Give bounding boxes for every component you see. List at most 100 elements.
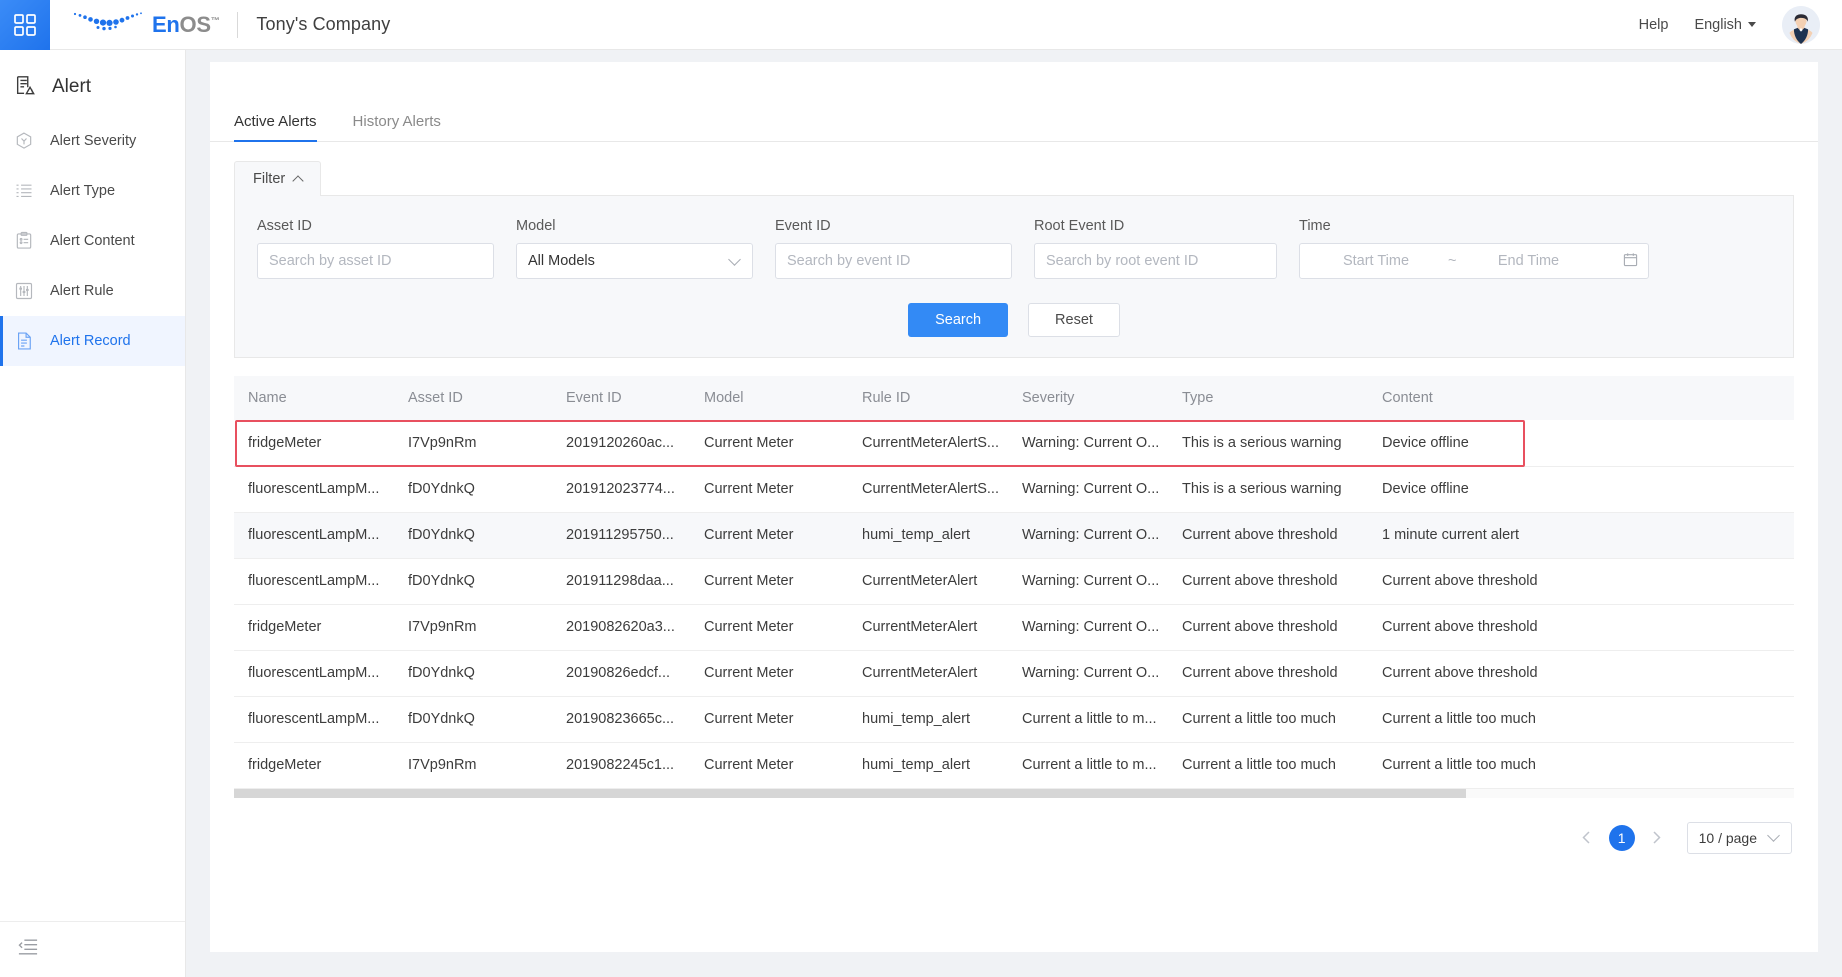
table-head: Name Asset ID Event ID Model Rule ID Sev… — [234, 376, 1794, 420]
tab-history-alerts[interactable]: History Alerts — [353, 114, 441, 141]
end-time-input[interactable]: End Time — [1462, 253, 1594, 269]
model-selected-value: All Models — [528, 253, 595, 269]
cell-severity: Current a little to m... — [1008, 696, 1168, 743]
model-field-group: Model All Models — [516, 218, 753, 279]
language-selector[interactable]: English — [1694, 17, 1756, 33]
clipboard-icon — [14, 231, 34, 251]
cell-name: fridgeMeter — [234, 604, 394, 651]
sliders-icon — [14, 281, 34, 301]
language-label: English — [1694, 16, 1742, 33]
event-id-input[interactable] — [775, 243, 1012, 279]
tab-active-alerts[interactable]: Active Alerts — [234, 114, 317, 142]
cell-asset-id: I7Vp9nRm — [394, 604, 552, 651]
cell-content: Current a little too much — [1368, 742, 1794, 789]
table-row[interactable]: fluorescentLampM... fD0YdnkQ 20190826edc… — [234, 650, 1794, 697]
cell-asset-id: fD0YdnkQ — [394, 512, 552, 559]
table-row[interactable]: fluorescentLampM... fD0YdnkQ 201911298da… — [234, 558, 1794, 605]
column-header-rule-id[interactable]: Rule ID — [848, 376, 1008, 420]
table-row[interactable]: fridgeMeter I7Vp9nRm 2019120260ac... Cur… — [234, 420, 1794, 467]
sidebar-title-label: Alert — [52, 76, 92, 97]
cell-content: Current above threshold — [1368, 604, 1794, 651]
cell-event-id: 2019082620a3... — [552, 604, 690, 651]
cell-asset-id: fD0YdnkQ — [394, 650, 552, 697]
column-header-model[interactable]: Model — [690, 376, 848, 420]
cell-type: This is a serious warning — [1168, 420, 1368, 467]
column-header-asset-id[interactable]: Asset ID — [394, 376, 552, 420]
cell-asset-id: fD0YdnkQ — [394, 696, 552, 743]
time-range-picker[interactable]: Start Time ~ End Time — [1299, 243, 1649, 279]
sidebar-item-label: Alert Rule — [50, 283, 114, 299]
model-select[interactable]: All Models — [516, 243, 753, 279]
cell-type: Current a little too much — [1168, 696, 1368, 743]
root-event-id-label: Root Event ID — [1034, 218, 1125, 234]
cell-asset-id: fD0YdnkQ — [394, 558, 552, 605]
table-row[interactable]: fridgeMeter I7Vp9nRm 2019082245c1... Cur… — [234, 742, 1794, 789]
cell-rule-id: CurrentMeterAlert — [848, 558, 1008, 605]
cell-severity: Warning: Current O... — [1008, 558, 1168, 605]
sidebar-item-alert-type[interactable]: Alert Type — [0, 166, 185, 216]
cell-rule-id: CurrentMeterAlertS... — [848, 420, 1008, 467]
filter-fields-row: Asset ID Model All Models Event ID Root … — [257, 218, 1771, 279]
asset-id-field-group: Asset ID — [257, 218, 494, 279]
page-number-1[interactable]: 1 — [1608, 824, 1635, 851]
alert-record-card: Active Alerts History Alerts Filter Asse… — [210, 62, 1818, 952]
column-header-content[interactable]: Content — [1368, 376, 1794, 420]
brand-en: En — [152, 11, 180, 37]
table-row[interactable]: fluorescentLampM... fD0YdnkQ 20191202377… — [234, 466, 1794, 513]
chevron-down-icon — [728, 252, 741, 266]
cell-rule-id: CurrentMeterAlert — [848, 650, 1008, 697]
alert-doc-icon — [14, 74, 36, 101]
chevron-right-icon[interactable] — [1645, 826, 1669, 850]
column-header-name[interactable]: Name — [234, 376, 394, 420]
cell-model: Current Meter — [690, 466, 848, 513]
cell-name: fluorescentLampM... — [234, 466, 394, 513]
page-size-select[interactable]: 10 / page — [1686, 821, 1792, 854]
cell-name: fluorescentLampM... — [234, 696, 394, 743]
chevron-left-icon[interactable] — [1575, 826, 1599, 850]
cell-content: Device offline — [1368, 466, 1794, 513]
cell-event-id: 20190823665c... — [552, 696, 690, 743]
table-body: fridgeMeter I7Vp9nRm 2019120260ac... Cur… — [234, 420, 1794, 789]
sidebar-navigation: Alert Alert Severity Alert Type Alert Co… — [0, 50, 186, 977]
tabs-container: Active Alerts History Alerts — [210, 62, 1818, 142]
sidebar-item-alert-record[interactable]: Alert Record — [0, 316, 185, 366]
start-time-input[interactable]: Start Time — [1310, 253, 1442, 269]
header-divider — [237, 11, 239, 38]
sidebar-item-alert-severity[interactable]: Alert Severity — [0, 116, 185, 166]
pagination: 1 10 / page — [210, 798, 1818, 854]
table-horizontal-scrollbar[interactable] — [234, 788, 1794, 798]
asset-id-label: Asset ID — [257, 218, 312, 234]
column-header-type[interactable]: Type — [1168, 376, 1368, 420]
sidebar-collapse-button[interactable] — [0, 921, 185, 977]
app-launcher-button[interactable] — [0, 0, 50, 50]
table-row[interactable]: fluorescentLampM... fD0YdnkQ 20190823665… — [234, 696, 1794, 743]
column-header-event-id[interactable]: Event ID — [552, 376, 690, 420]
brand-os: OS — [179, 11, 211, 37]
cell-type: Current above threshold — [1168, 604, 1368, 651]
column-header-severity[interactable]: Severity — [1008, 376, 1168, 420]
avatar[interactable] — [1782, 5, 1820, 44]
help-link[interactable]: Help — [1639, 17, 1669, 33]
cell-content: Device offline — [1368, 420, 1794, 467]
reset-button[interactable]: Reset — [1028, 303, 1120, 337]
table-row[interactable]: fridgeMeter I7Vp9nRm 2019082620a3... Cur… — [234, 604, 1794, 651]
brand-logo[interactable]: EnOS™ — [72, 10, 220, 39]
search-button[interactable]: Search — [908, 303, 1009, 337]
asset-id-input[interactable] — [257, 243, 494, 279]
time-range-field-group: Time Start Time ~ End Time — [1299, 218, 1649, 279]
sidebar-item-alert-content[interactable]: Alert Content — [0, 216, 185, 266]
page-size-label: 10 / page — [1698, 829, 1757, 846]
scrollbar-thumb[interactable] — [234, 788, 1467, 798]
filter-toggle-button[interactable]: Filter — [234, 161, 322, 196]
cell-model: Current Meter — [690, 604, 848, 651]
model-label: Model — [516, 218, 556, 234]
cell-name: fluorescentLampM... — [234, 512, 394, 559]
cell-severity: Warning: Current O... — [1008, 512, 1168, 559]
table-row[interactable]: fluorescentLampM... fD0YdnkQ 20191129575… — [234, 512, 1794, 559]
root-event-id-input[interactable] — [1034, 243, 1277, 279]
sidebar-item-label: Alert Content — [50, 233, 135, 249]
cell-model: Current Meter — [690, 420, 848, 467]
sidebar-item-alert-rule[interactable]: Alert Rule — [0, 266, 185, 316]
sidebar-item-label: Alert Type — [50, 183, 116, 199]
time-label: Time — [1299, 218, 1331, 234]
